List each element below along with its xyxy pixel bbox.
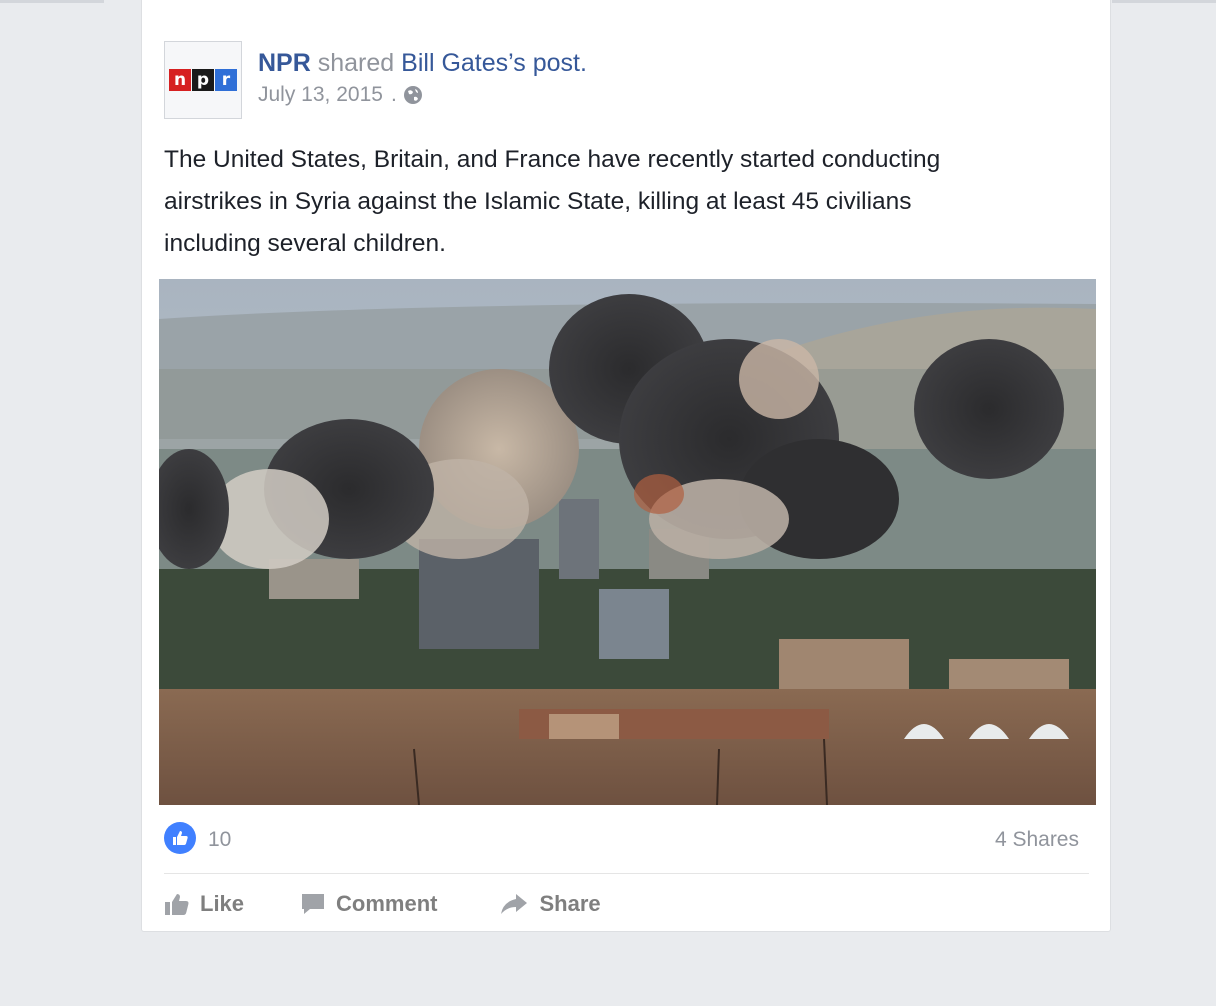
left-column-edge bbox=[0, 0, 104, 3]
separator-dot: . bbox=[390, 83, 397, 106]
post-timestamp[interactable]: July 13, 2015 bbox=[258, 82, 383, 108]
post-stats: 10 4 Shares bbox=[164, 820, 1079, 856]
post-headline: NPR shared Bill Gates’s post. bbox=[258, 48, 587, 78]
post-message-line: including several children. bbox=[164, 230, 446, 257]
share-label: Share bbox=[539, 891, 601, 916]
share-icon bbox=[501, 894, 528, 914]
action-bar: Like Comment Share bbox=[164, 884, 657, 924]
divider bbox=[164, 873, 1089, 874]
like-count[interactable]: 10 bbox=[208, 828, 231, 852]
globe-icon[interactable] bbox=[403, 85, 423, 105]
post-message-line: The United States, Britain, and France h… bbox=[164, 146, 941, 173]
npr-logo: n p r bbox=[169, 69, 237, 91]
post-meta: NPR shared Bill Gates’s post. July 13, 2… bbox=[258, 41, 587, 119]
comment-icon bbox=[302, 894, 325, 914]
like-icon bbox=[165, 894, 189, 915]
shared-text: shared bbox=[317, 49, 395, 77]
share-button[interactable]: Share bbox=[499, 884, 601, 924]
like-button[interactable]: Like bbox=[164, 884, 244, 924]
like-label: Like bbox=[200, 891, 245, 916]
source-name-link[interactable]: Bill Gates bbox=[401, 49, 508, 77]
page-avatar[interactable]: n p r bbox=[164, 41, 242, 119]
post-header: n p r NPR shared Bill Gates’s post. July… bbox=[164, 41, 587, 119]
post-message: The United States, Britain, and France h… bbox=[164, 139, 1094, 265]
thumbs-up-icon[interactable] bbox=[164, 822, 196, 854]
page-name-link[interactable]: NPR bbox=[258, 49, 311, 77]
source-possessive: ’s bbox=[508, 49, 526, 77]
feed-post-card: n p r NPR shared Bill Gates’s post. July… bbox=[141, 0, 1111, 932]
share-count[interactable]: 4 Shares bbox=[995, 828, 1079, 852]
post-photo[interactable] bbox=[159, 279, 1096, 805]
post-subline: July 13, 2015 . bbox=[258, 82, 587, 108]
comment-label: Comment bbox=[336, 891, 438, 916]
source-post-link[interactable]: post. bbox=[533, 49, 587, 77]
right-column-edge bbox=[1112, 0, 1216, 3]
comment-button[interactable]: Comment bbox=[300, 884, 437, 924]
post-message-line: airstrikes in Syria against the Islamic … bbox=[164, 188, 912, 215]
